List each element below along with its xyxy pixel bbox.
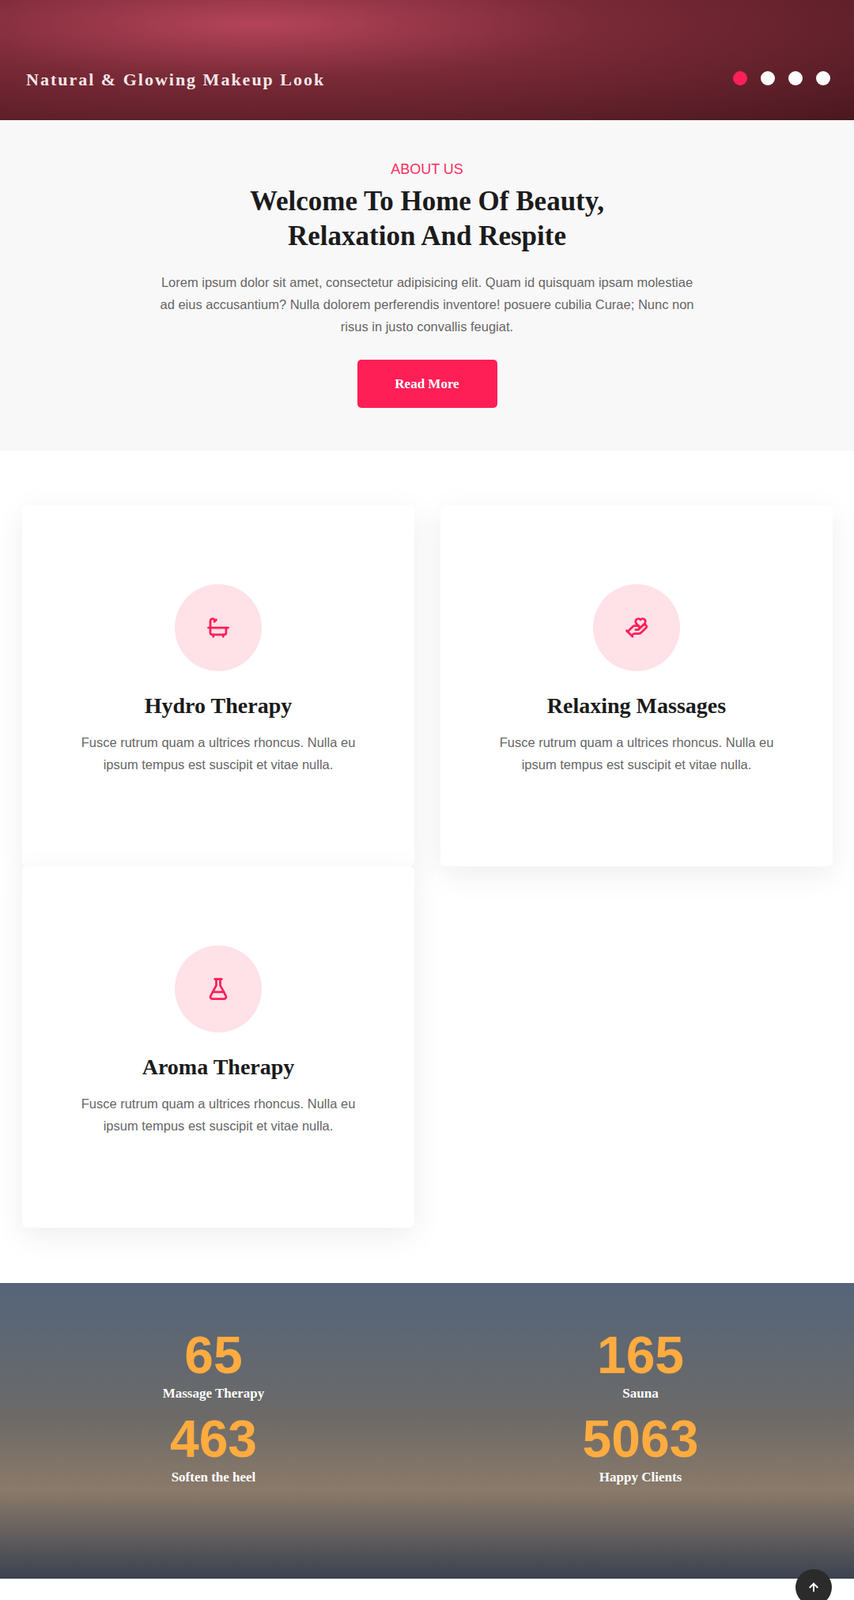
arrow-up-icon	[807, 1581, 820, 1595]
massage-hands-icon	[624, 615, 649, 640]
service-card: Relaxing Massages Fusce rutrum quam a ult…	[440, 505, 833, 867]
service-text: Fusce rutrum quam a ultrices rhoncus. Nu…	[68, 1092, 369, 1138]
counter-value: 165	[597, 1329, 684, 1382]
scroll-top-button[interactable]	[795, 1569, 832, 1600]
counter: 65 Massage Therapy	[0, 1329, 427, 1402]
hero-title: Natural & Glowing Makeup Look	[26, 69, 325, 91]
service-card: Aroma Therapy Fusce rutrum quam a ultrice…	[22, 866, 415, 1229]
counter-label: Happy Clients	[599, 1469, 682, 1486]
read-more-button[interactable]: Read More	[357, 359, 498, 409]
service-text: Fusce rutrum quam a ultrices rhoncus. Nu…	[68, 731, 369, 776]
service-text: Fusce rutrum quam a ultrices rhoncus. Nu…	[486, 731, 787, 776]
services-grid: Hydro Therapy Fusce rutrum quam a ultrice…	[0, 450, 854, 1284]
counters-section: 65 Massage Therapy 165 Sauna 463 Soften the h…	[0, 1283, 854, 1580]
counter: 165 Sauna	[427, 1329, 854, 1402]
service-title: Relaxing Massages	[547, 693, 726, 719]
about-heading: Welcome To Home Of Beauty,Relaxation And…	[249, 184, 605, 254]
about-label: ABOUT US	[390, 161, 464, 178]
service-title: Aroma Therapy	[142, 1054, 295, 1081]
counter-label: Massage Therapy	[162, 1386, 265, 1402]
counter: 463 Soften the heel	[0, 1413, 427, 1486]
service-icon-circle	[174, 945, 262, 1033]
hero-slider: Natural & Glowing Makeup Look	[0, 0, 854, 121]
about-section: ABOUT US Welcome To Home Of Beauty,Relaxa…	[0, 120, 854, 451]
counter-value: 65	[184, 1329, 242, 1382]
counter-label: Sauna	[622, 1386, 658, 1402]
next-section	[0, 1579, 854, 1600]
bath-icon	[206, 615, 231, 640]
page: Natural & Glowing Makeup Look ABOUT US Wel…	[0, 0, 854, 1600]
slider-dot[interactable]	[788, 71, 803, 86]
counter: 5063 Happy Clients	[427, 1413, 854, 1486]
counter-label: Soften the heel	[171, 1469, 257, 1486]
slider-dot[interactable]	[816, 71, 831, 86]
heading-line: Welcome To Home Of Beauty,	[249, 184, 605, 220]
service-card: Hydro Therapy Fusce rutrum quam a ultrice…	[22, 505, 415, 867]
flask-icon	[206, 977, 231, 1002]
slider-dot[interactable]	[760, 71, 775, 86]
service-icon-circle	[593, 584, 681, 672]
about-text: Lorem ipsum dolor sit amet, consectetur …	[154, 271, 700, 338]
counter-value: 463	[170, 1413, 257, 1466]
service-title: Hydro Therapy	[144, 693, 292, 719]
service-icon-circle	[174, 584, 262, 672]
heading-line: Relaxation And Respite	[249, 219, 605, 254]
slider-dots	[733, 71, 831, 91]
slider-dot[interactable]	[733, 71, 748, 86]
counter-value: 5063	[582, 1413, 700, 1466]
